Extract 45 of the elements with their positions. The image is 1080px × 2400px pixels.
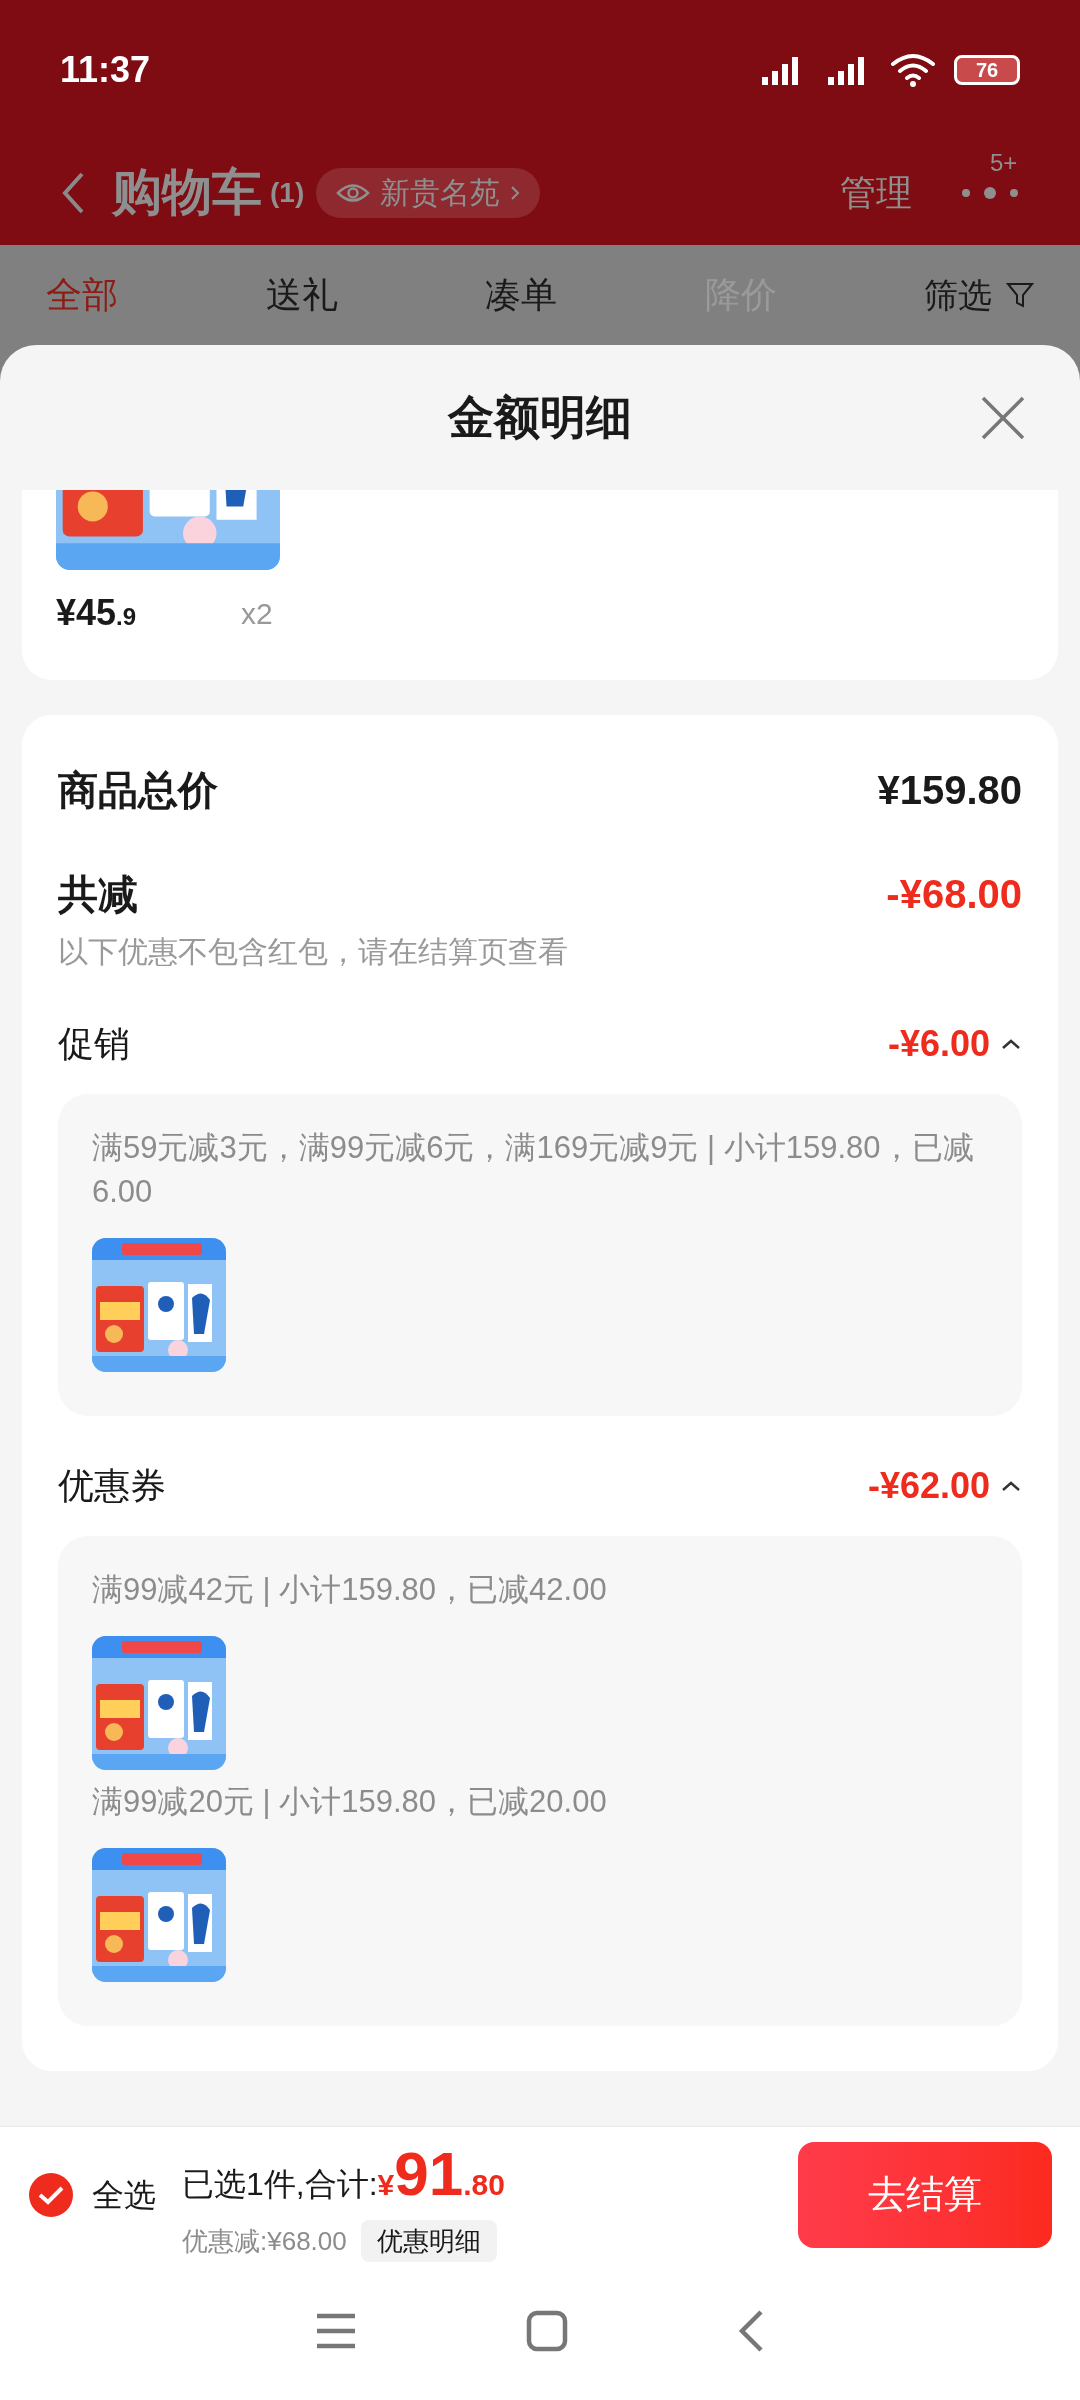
wifi-icon bbox=[890, 52, 936, 88]
total-value: ¥159.80 bbox=[877, 767, 1022, 814]
status-time: 11:37 bbox=[60, 48, 151, 92]
close-icon[interactable] bbox=[980, 395, 1026, 441]
more-icon[interactable] bbox=[960, 184, 1020, 201]
back-nav-icon[interactable] bbox=[737, 2309, 766, 2353]
chevron-up-icon bbox=[1000, 1479, 1022, 1493]
eye-icon bbox=[336, 181, 371, 204]
funnel-icon bbox=[1006, 281, 1034, 309]
discount-note: 以下优惠不包含红包，请在结算页查看 bbox=[58, 934, 569, 970]
rule-text: 满99减42元 | 小计159.80，已减42.00 bbox=[92, 1571, 608, 1609]
section-label: 促销 bbox=[58, 1022, 130, 1066]
section-amount: -¥6.00 bbox=[887, 1022, 990, 1066]
battery-indicator: 76 bbox=[954, 55, 1020, 85]
page-title: 购物车 bbox=[112, 163, 262, 222]
chevron-right-icon bbox=[510, 183, 521, 202]
product-price: ¥45.9 bbox=[56, 591, 138, 635]
rule-text: 满99减20元 | 小计159.80，已减20.00 bbox=[92, 1783, 608, 1821]
total-label: 商品总价 bbox=[58, 767, 218, 814]
store-chip[interactable]: 新贵名苑 bbox=[316, 167, 541, 218]
filter-tab[interactable]: 全部 bbox=[46, 268, 196, 322]
filter-tab[interactable]: 送礼 bbox=[265, 268, 416, 322]
section-label: 优惠券 bbox=[58, 1464, 166, 1508]
discount-label: 共减 bbox=[58, 871, 138, 918]
menu-icon[interactable] bbox=[314, 2312, 357, 2350]
discount-detail-button[interactable]: 优惠明细 bbox=[360, 2220, 497, 2262]
filter-tab[interactable]: 凑单 bbox=[485, 268, 635, 322]
back-icon[interactable] bbox=[60, 170, 86, 215]
section-amount: -¥62.00 bbox=[867, 1464, 990, 1508]
filter-button[interactable]: 筛选 bbox=[924, 269, 1034, 321]
product-quantity: x2 bbox=[241, 595, 273, 632]
saving-text: 优惠减:¥68.00 bbox=[182, 2224, 347, 2258]
chevron-up-icon bbox=[1000, 1037, 1022, 1051]
rule-text: 满59元减3元，满99元减6元，满169元减9元 | 小计159.80，已减6.00 bbox=[92, 1129, 975, 1211]
notification-count-label: 5+ bbox=[990, 147, 1018, 178]
total-price: ¥91.80 bbox=[377, 2138, 505, 2210]
selected-summary: 已选1件,合计: bbox=[182, 2165, 378, 2204]
select-all-label: 全选 bbox=[92, 2175, 156, 2215]
checkbox[interactable] bbox=[28, 2171, 74, 2218]
checkout-button[interactable]: 去结算 bbox=[798, 2141, 1052, 2248]
cart-count: (1) bbox=[270, 175, 305, 210]
manage-button[interactable]: 管理 bbox=[840, 165, 912, 220]
discount-value: -¥68.00 bbox=[886, 871, 1022, 918]
sheet-title: 金额明细 bbox=[448, 390, 632, 445]
home-icon[interactable] bbox=[526, 2310, 568, 2352]
